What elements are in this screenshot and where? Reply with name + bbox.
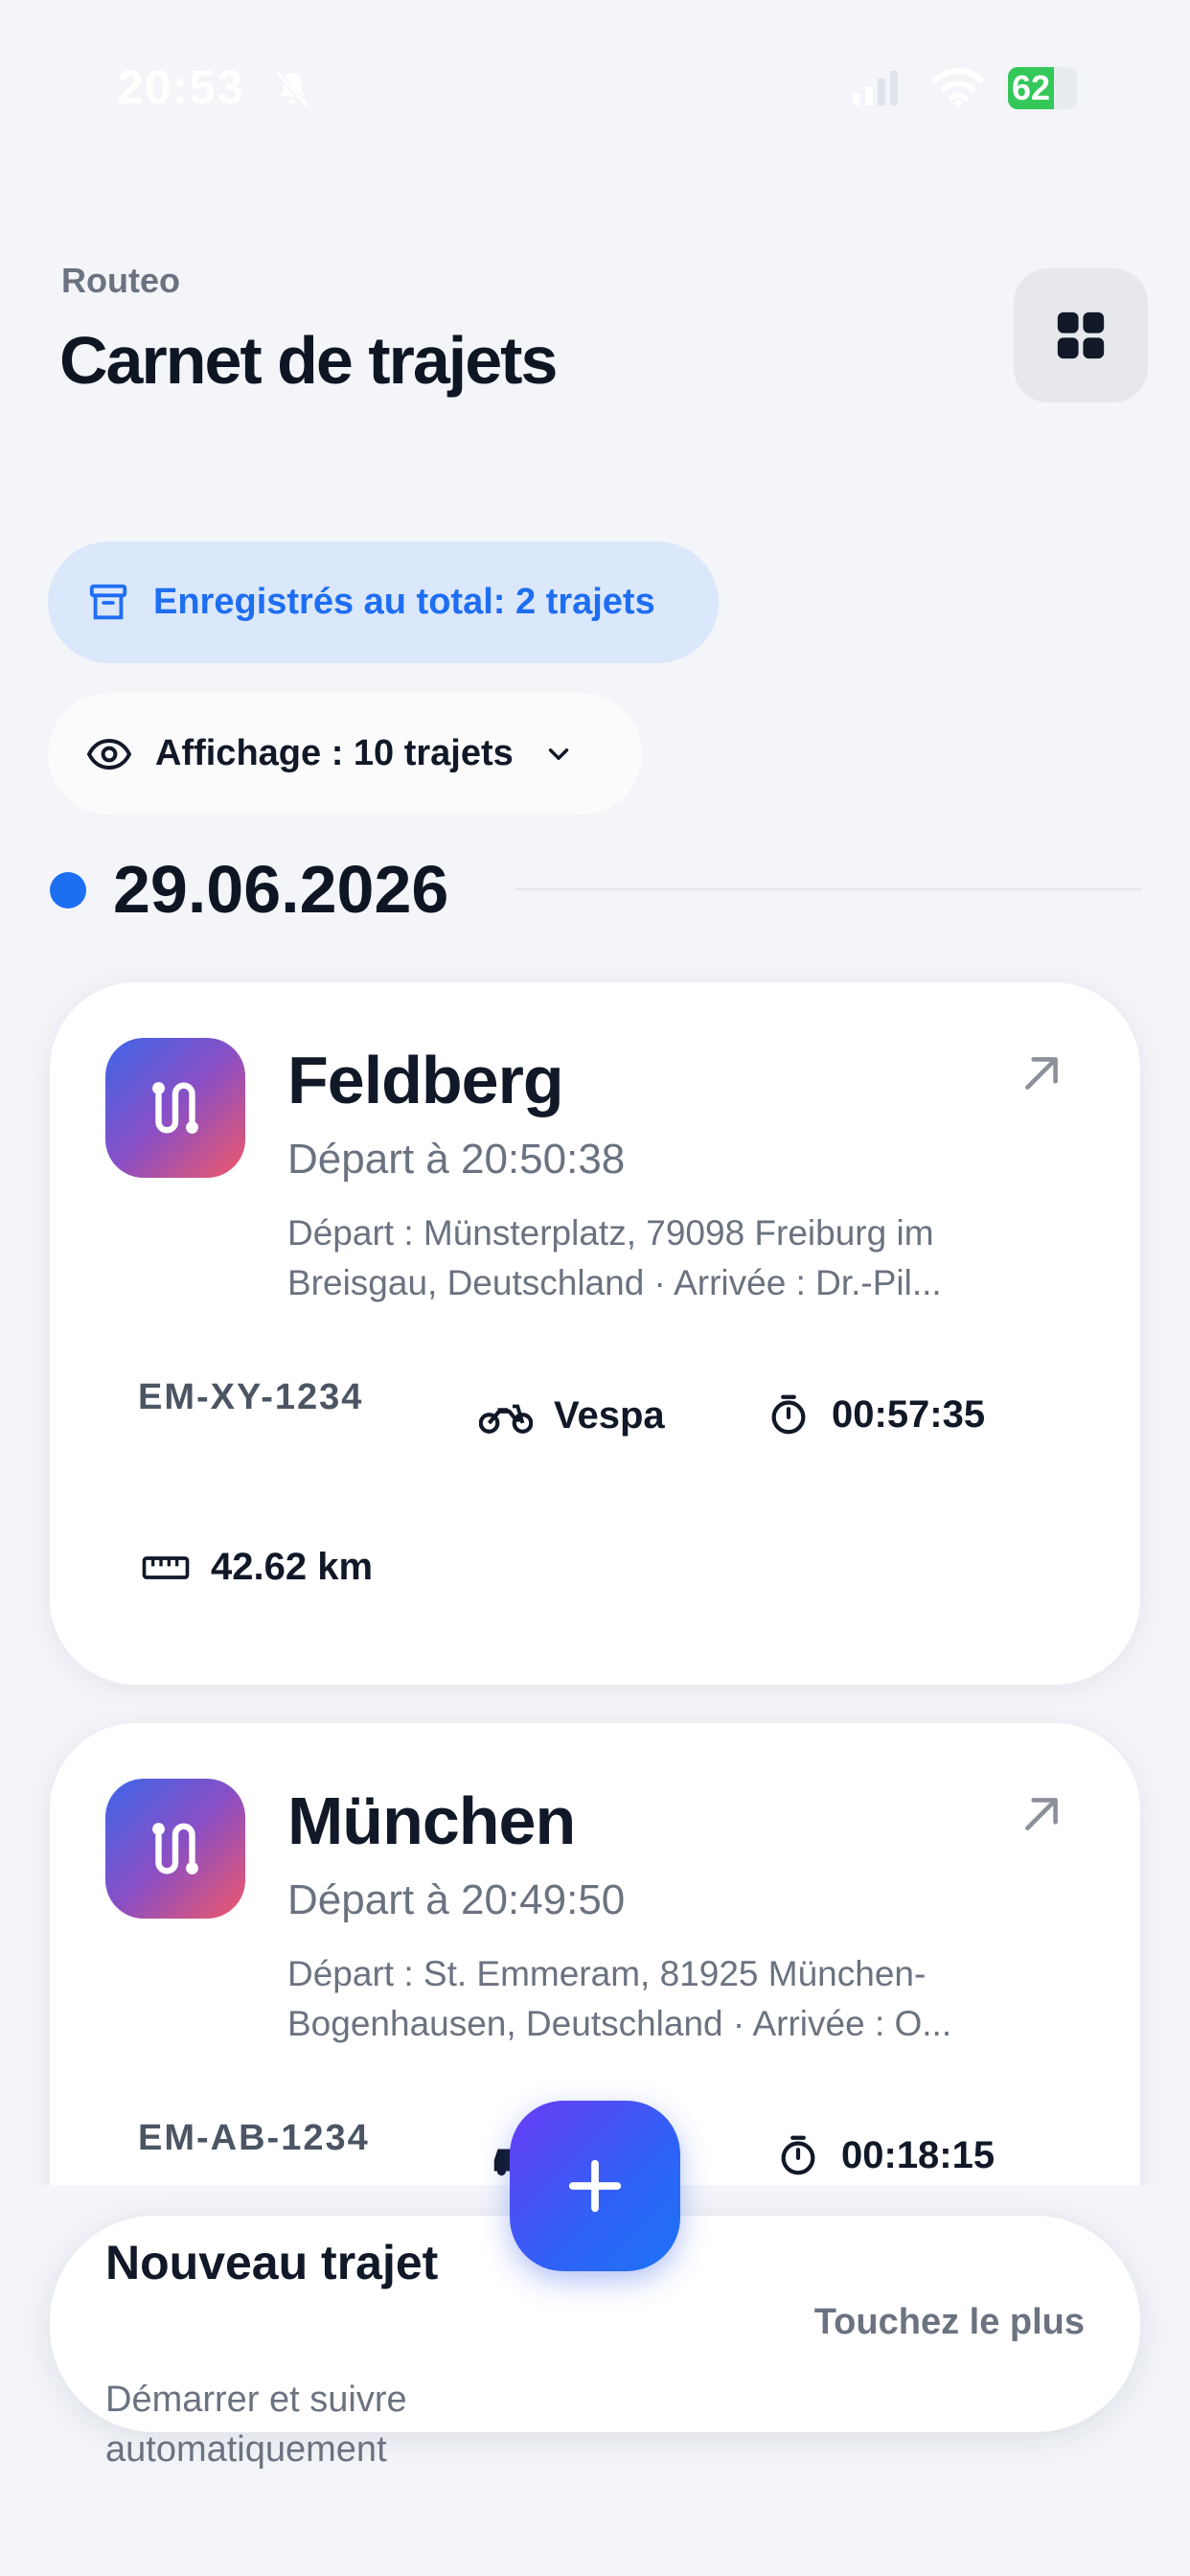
page-title: Carnet de trajets [59,323,558,398]
vehicle-stat: Vespa [479,1394,665,1438]
touch-hint: Touchez le plus [813,2302,1085,2342]
eye-icon [86,738,132,770]
new-trip-subtitle: Démarrer et suivre automatiquement [105,2380,407,2470]
total-trips-label: Enregistrés au total: 2 trajets [153,582,655,622]
new-trip-title: Nouveau trajet [105,2236,439,2289]
display-count-dropdown[interactable]: Affichage : 10 trajets [48,693,642,815]
status-time: 20:53 [117,60,244,114]
trip-departure-time: Départ à 20:49:50 [287,1876,626,1923]
status-bar: 20:53 62 [0,0,1190,172]
date-divider [515,888,1142,890]
duration-stat: 00:57:35 [767,1392,985,1437]
add-trip-button[interactable] [510,2101,680,2271]
distance-stat: 42.62 km [142,1546,373,1589]
grid-view-button[interactable] [1014,268,1148,402]
battery-icon: 62 [1008,67,1083,109]
signal-icon [853,71,898,105]
arrow-up-right-icon[interactable] [1018,1049,1065,1097]
app-name: Routeo [61,261,180,300]
bell-slash-icon [275,70,309,108]
plus-icon [568,2159,622,2213]
trip-address: Départ : St. Emmeram, 81925 München-Boge… [287,1954,952,2043]
chevron-down-icon [548,748,568,760]
trip-departure-time: Départ à 20:50:38 [287,1136,626,1183]
stopwatch-icon [771,1394,806,1435]
trip-name: München [287,1783,576,1858]
ruler-icon [142,1555,190,1579]
duration-stat: 00:18:15 [776,2133,995,2177]
trip-card[interactable]: Feldberg Départ à 20:50:38 Départ : Müns… [50,982,1140,1685]
stopwatch-icon [781,2135,815,2175]
date-marker [50,872,86,908]
battery-level: 62 [1012,68,1051,107]
motorcycle-icon [479,1404,533,1434]
trip-address: Départ : Münsterplatz, 79098 Freiburg im… [287,1213,942,1302]
date-heading: 29.06.2026 [113,852,449,927]
wifi-icon [932,68,984,107]
license-plate: EM-XY-1234 [138,1377,364,1417]
display-count-label: Affichage : 10 trajets [155,733,514,773]
trip-name: Feldberg [287,1043,564,1117]
trip-distance: 42.62 km [211,1546,374,1588]
license-plate: EM-AB-1234 [138,2118,370,2158]
trip-duration: 00:18:15 [841,2133,995,2176]
grid-icon [1057,311,1105,359]
trip-duration: 00:57:35 [832,1392,986,1436]
archive-icon [89,584,127,619]
route-icon [105,1779,245,1919]
total-trips-pill: Enregistrés au total: 2 trajets [48,541,719,663]
arrow-up-right-icon[interactable] [1018,1790,1065,1838]
vehicle-name: Vespa [554,1394,665,1437]
route-icon [105,1038,245,1178]
